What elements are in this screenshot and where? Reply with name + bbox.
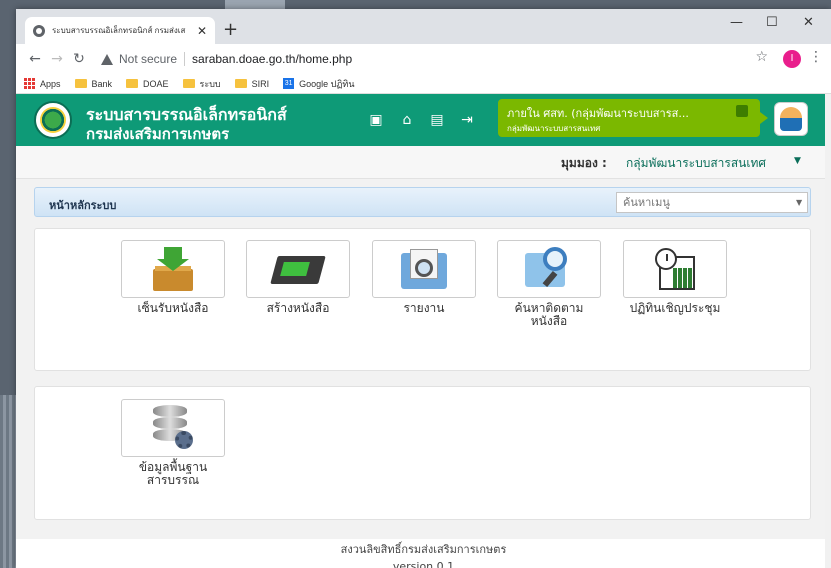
tile-receive-document[interactable]: เซ็นรับหนังสือ bbox=[121, 240, 225, 315]
view-label: มุมมอง : bbox=[561, 156, 607, 170]
bookmark-system[interactable]: ระบบ bbox=[182, 77, 221, 91]
folder-icon bbox=[126, 79, 139, 88]
bookmark-apps[interactable]: Apps bbox=[24, 78, 61, 89]
browser-tab[interactable]: ระบบสารบรรณอิเล็กทรอนิกส์ กรมส่งเส ✕ bbox=[25, 17, 215, 44]
apps-grid-icon bbox=[24, 78, 35, 89]
main-content: หน้าหลักระบบ ▼ เซ็นรับหนังสือ สร้างหนังส… bbox=[16, 179, 831, 539]
site-favicon-icon bbox=[33, 24, 45, 37]
view-select[interactable]: กลุ่มพัฒนาระบบสารสนเทศ bbox=[626, 154, 766, 173]
google-calendar-icon: 31 bbox=[283, 78, 295, 89]
inbox-download-icon bbox=[153, 247, 193, 291]
main-menu-panel: เซ็นรับหนังสือ สร้างหนังสือ รายงาน ค้นหา… bbox=[34, 228, 811, 371]
tile-label: ข้อมูลพื้นฐาน สารบรรณ bbox=[138, 460, 208, 487]
bookmark-doae[interactable]: DOAE bbox=[126, 79, 169, 89]
view-selector-bar: มุมมอง : กลุ่มพัฒนาระบบสารสนเทศ ▼ bbox=[16, 146, 831, 179]
version-text: version 0.1 bbox=[392, 560, 455, 568]
page-scrollbar[interactable] bbox=[825, 94, 831, 568]
calendar-clock-icon bbox=[655, 248, 695, 290]
bookmark-label: Google ปฏิทิน bbox=[299, 78, 355, 89]
database-gear-icon bbox=[151, 405, 195, 451]
tile-label: ค้นหาติดตาม หนังสือ bbox=[514, 301, 584, 328]
close-window-button[interactable]: ✕ bbox=[803, 15, 814, 30]
bookmark-label: DOAE bbox=[143, 78, 169, 89]
tile-search-track[interactable]: ค้นหาติดตาม หนังสือ bbox=[497, 240, 601, 328]
divider bbox=[184, 52, 186, 66]
page-footer: สงวนลิขสิทธิ์กรมส่งเสริมการเกษตร version… bbox=[16, 539, 831, 568]
tile-icon-box bbox=[121, 399, 225, 457]
envelope-send-icon bbox=[270, 252, 326, 286]
report-search-icon bbox=[401, 249, 447, 289]
url-text: saraban.doae.go.th/home.php bbox=[192, 52, 353, 66]
breadcrumb-bar: หน้าหลักระบบ ▼ bbox=[34, 187, 811, 217]
logout-icon[interactable]: ⇥ bbox=[459, 112, 475, 128]
avatar[interactable] bbox=[774, 102, 808, 136]
book-icon[interactable]: ▣ bbox=[368, 112, 384, 128]
back-button[interactable]: ← bbox=[24, 51, 46, 67]
profile-avatar[interactable]: I bbox=[783, 50, 801, 68]
bookmark-label: Bank bbox=[91, 78, 113, 89]
tab-strip: ระบบสารบรรณอิเล็กทรอนิกส์ กรมส่งเส ✕ + —… bbox=[16, 9, 831, 44]
user-info-box[interactable]: ภายใน ศสท. (กลุ่มพัฒนาระบบสารส... กลุ่มพ… bbox=[498, 99, 768, 137]
bookmark-google-calendar[interactable]: 31 Google ปฏิทิน bbox=[283, 77, 355, 91]
tile-meeting-calendar[interactable]: ปฏิทินเชิญประชุม bbox=[623, 240, 727, 315]
tile-icon-box bbox=[246, 240, 350, 298]
tile-report[interactable]: รายงาน bbox=[372, 240, 476, 315]
address-bar[interactable]: Not secure saraban.doae.go.th/home.php bbox=[101, 48, 801, 70]
folder-icon bbox=[182, 79, 195, 88]
tile-create-document[interactable]: สร้างหนังสือ bbox=[246, 240, 350, 315]
tab-title: ระบบสารบรรณอิเล็กทรอนิกส์ กรมส่งเส bbox=[52, 26, 186, 35]
site-subtitle: กรมส่งเสริมการเกษตร bbox=[86, 125, 230, 143]
folder-icon bbox=[74, 79, 87, 88]
browser-window: ระบบสารบรรณอิเล็กทรอนิกส์ กรมส่งเส ✕ + —… bbox=[16, 9, 831, 568]
folder-search-icon bbox=[525, 247, 573, 291]
menu-search-input[interactable] bbox=[616, 192, 808, 213]
tile-label: รายงาน bbox=[403, 301, 445, 315]
user-group: กลุ่มพัฒนาระบบสารสนเทศ bbox=[507, 124, 601, 133]
breadcrumb: หน้าหลักระบบ bbox=[49, 199, 117, 212]
tile-label: เซ็นรับหนังสือ bbox=[137, 301, 209, 315]
tile-label: ปฏิทินเชิญประชุม bbox=[629, 301, 721, 315]
new-tab-button[interactable]: + bbox=[223, 19, 238, 40]
tile-icon-box bbox=[372, 240, 476, 298]
tile-icon-box bbox=[623, 240, 727, 298]
document-icon[interactable]: ▤ bbox=[429, 112, 445, 128]
bookmark-label: SIRI bbox=[251, 78, 270, 89]
warning-icon bbox=[101, 53, 113, 65]
bookmark-bank[interactable]: Bank bbox=[74, 78, 113, 89]
forward-button[interactable]: → bbox=[46, 51, 68, 67]
security-status: Not secure bbox=[119, 52, 178, 66]
tile-icon-box bbox=[121, 240, 225, 298]
tile-label: สร้างหนังสือ bbox=[266, 301, 330, 315]
site-header: ระบบสารบรรณอิเล็กทรอนิกส์ กรมส่งเสริมการ… bbox=[16, 94, 831, 146]
folder-icon bbox=[234, 79, 247, 88]
tile-base-data[interactable]: ข้อมูลพื้นฐาน สารบรรณ bbox=[121, 399, 225, 487]
user-card-icon bbox=[736, 105, 748, 117]
maximize-button[interactable]: ☐ bbox=[766, 15, 778, 30]
bookmark-star-icon[interactable]: ☆ bbox=[755, 49, 768, 65]
menu-kebab-icon[interactable]: ⋮ bbox=[809, 49, 823, 65]
tile-icon-box bbox=[497, 240, 601, 298]
caret-down-icon[interactable]: ▼ bbox=[794, 156, 801, 166]
bookmark-label: Apps bbox=[40, 78, 61, 89]
admin-menu-panel: ข้อมูลพื้นฐาน สารบรรณ bbox=[34, 386, 811, 520]
user-name: ภายใน ศสท. (กลุ่มพัฒนาระบบสารส... bbox=[507, 107, 689, 120]
close-tab-icon[interactable]: ✕ bbox=[197, 24, 207, 38]
address-row: ← → ↻ Not secure saraban.doae.go.th/home… bbox=[16, 44, 831, 74]
chevron-down-icon[interactable]: ▼ bbox=[796, 198, 802, 207]
reload-button[interactable]: ↻ bbox=[68, 51, 90, 67]
home-icon[interactable]: ⌂ bbox=[399, 112, 415, 128]
bookmarks-bar: Apps Bank DOAE ระบบ SIRI 31 Google ปฏิทิ… bbox=[16, 74, 831, 94]
minimize-button[interactable]: — bbox=[730, 15, 743, 30]
bookmark-siri[interactable]: SIRI bbox=[234, 78, 270, 89]
doae-logo[interactable] bbox=[34, 101, 72, 139]
bookmark-label: ระบบ bbox=[199, 78, 221, 89]
copyright-text: สงวนลิขสิทธิ์กรมส่งเสริมการเกษตร bbox=[340, 543, 507, 556]
